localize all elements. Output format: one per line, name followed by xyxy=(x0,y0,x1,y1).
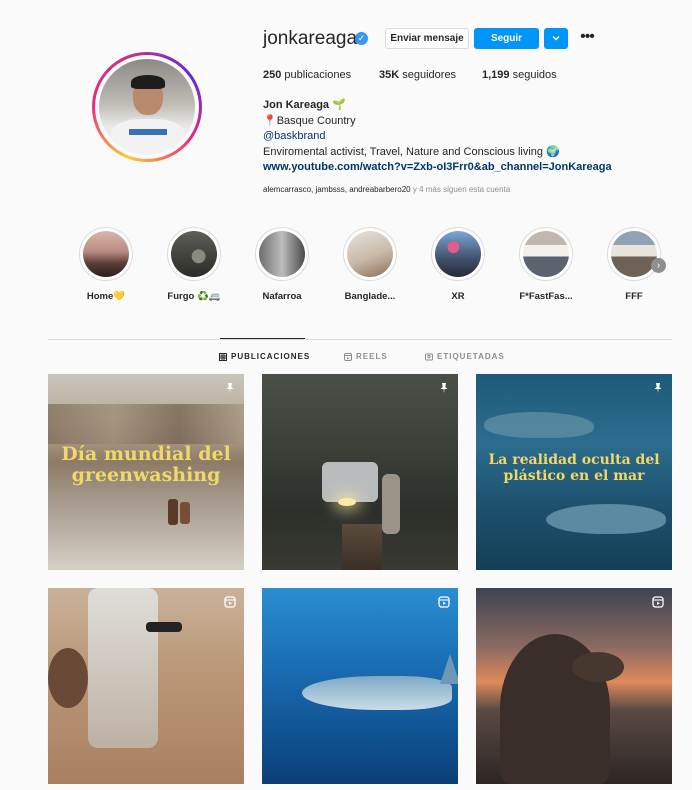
verified-badge-icon: ✓ xyxy=(355,32,368,45)
profile-bio: Jon Kareaga 🌱 📍Basque Country @baskbrand… xyxy=(263,98,673,176)
highlight-label: XR xyxy=(451,291,465,302)
following-count: 1,199 xyxy=(482,69,510,81)
posts-count-stat: 250 publicaciones xyxy=(263,69,351,81)
reel-icon xyxy=(651,596,664,609)
followed-by-names: alemcarrasco, jambsss, andreabarbero20 xyxy=(263,185,411,194)
post-tile[interactable] xyxy=(48,588,244,784)
highlight-label: Banglade... xyxy=(344,291,396,302)
following-count-stat[interactable]: 1,199 seguidos xyxy=(482,69,557,81)
post-tile[interactable] xyxy=(476,588,672,784)
highlight-cover-image xyxy=(171,231,217,277)
follow-button[interactable]: Seguir xyxy=(474,28,539,49)
followed-by-suffix: y 4 más siguen esta cuenta xyxy=(410,185,511,194)
highlight-label: F*FastFas... xyxy=(519,291,573,302)
pin-icon xyxy=(223,382,236,395)
send-message-button[interactable]: Enviar mensaje xyxy=(385,28,469,49)
highlight-nafarroa[interactable]: Nafarroa xyxy=(254,227,310,302)
profile-username: jonkareaga xyxy=(263,28,358,49)
grid-icon xyxy=(219,352,227,361)
bio-brand-link[interactable]: @baskbrand xyxy=(263,129,673,145)
tagged-icon xyxy=(425,353,433,360)
highlight-label: FFF xyxy=(625,291,643,302)
tab-posts-label: PUBLICACIONES xyxy=(231,352,311,361)
reel-icon xyxy=(223,596,236,609)
posts-label: publicaciones xyxy=(281,69,352,81)
followers-count: 35K xyxy=(379,69,400,81)
profile-avatar-ring[interactable] xyxy=(92,52,202,162)
highlight-cover-image xyxy=(611,231,657,277)
highlight-cover-image xyxy=(435,231,481,277)
followed-by-text[interactable]: alemcarrasco, jambsss, andreabarbero20 y… xyxy=(263,185,510,194)
tabs-divider xyxy=(48,339,672,340)
active-tab-indicator xyxy=(220,338,305,339)
post-overlay-text: La realidad oculta del plástico en el ma… xyxy=(488,452,660,484)
bio-external-link[interactable]: www.youtube.com/watch?v=Zxb-oI3Frr0&ab_c… xyxy=(263,160,673,176)
highlight-furgo[interactable]: Furgo ♻️🚐 xyxy=(166,227,222,302)
highlight-label: Furgo ♻️🚐 xyxy=(167,291,221,302)
reel-icon xyxy=(437,596,450,609)
highlight-cover-image xyxy=(347,231,393,277)
highlights-next-arrow-icon[interactable]: › xyxy=(651,258,666,273)
seedling-emoji-icon: 🌱 xyxy=(332,99,346,111)
pin-icon xyxy=(437,382,450,395)
more-options-button[interactable]: ••• xyxy=(578,28,596,49)
tab-tagged-label: ETIQUETADAS xyxy=(437,352,505,361)
tab-reels[interactable]: REELS xyxy=(344,352,388,361)
followers-label: seguidores xyxy=(399,69,457,81)
highlight-fff[interactable]: FFF xyxy=(606,227,662,302)
bio-description: Enviromental activist, Travel, Nature an… xyxy=(263,145,560,158)
post-tile[interactable] xyxy=(262,374,458,570)
tab-tagged[interactable]: ETIQUETADAS xyxy=(425,352,505,361)
followers-count-stat[interactable]: 35K seguidores xyxy=(379,69,456,81)
profile-full-name: Jon Kareaga xyxy=(263,99,330,111)
bio-location: 📍Basque Country xyxy=(263,114,356,127)
post-tile[interactable]: Día mundial del greenwashing xyxy=(48,374,244,570)
following-label: seguidos xyxy=(509,69,557,81)
highlight-cover-image xyxy=(523,231,569,277)
highlight-cover-image xyxy=(83,231,129,277)
avatar xyxy=(99,59,195,155)
reels-icon xyxy=(344,352,352,361)
highlight-fastfashion[interactable]: F*FastFas... xyxy=(518,227,574,302)
tab-posts[interactable]: PUBLICACIONES xyxy=(219,352,310,361)
pin-icon xyxy=(651,382,664,395)
highlight-bangladesh[interactable]: Banglade... xyxy=(342,227,398,302)
chevron-down-icon xyxy=(552,36,560,41)
post-tile[interactable] xyxy=(262,588,458,784)
posts-count: 250 xyxy=(263,69,282,81)
highlight-label: Nafarroa xyxy=(262,291,302,302)
tab-reels-label: REELS xyxy=(356,352,388,361)
highlight-home[interactable]: Home💛 xyxy=(78,227,134,302)
highlight-label: Home💛 xyxy=(86,291,126,302)
post-tile[interactable]: La realidad oculta del plástico en el ma… xyxy=(476,374,672,570)
highlight-xr[interactable]: XR xyxy=(430,227,486,302)
post-overlay-text: Día mundial del greenwashing xyxy=(61,443,231,486)
highlight-cover-image xyxy=(259,231,305,277)
suggested-accounts-dropdown-button[interactable] xyxy=(544,28,568,49)
